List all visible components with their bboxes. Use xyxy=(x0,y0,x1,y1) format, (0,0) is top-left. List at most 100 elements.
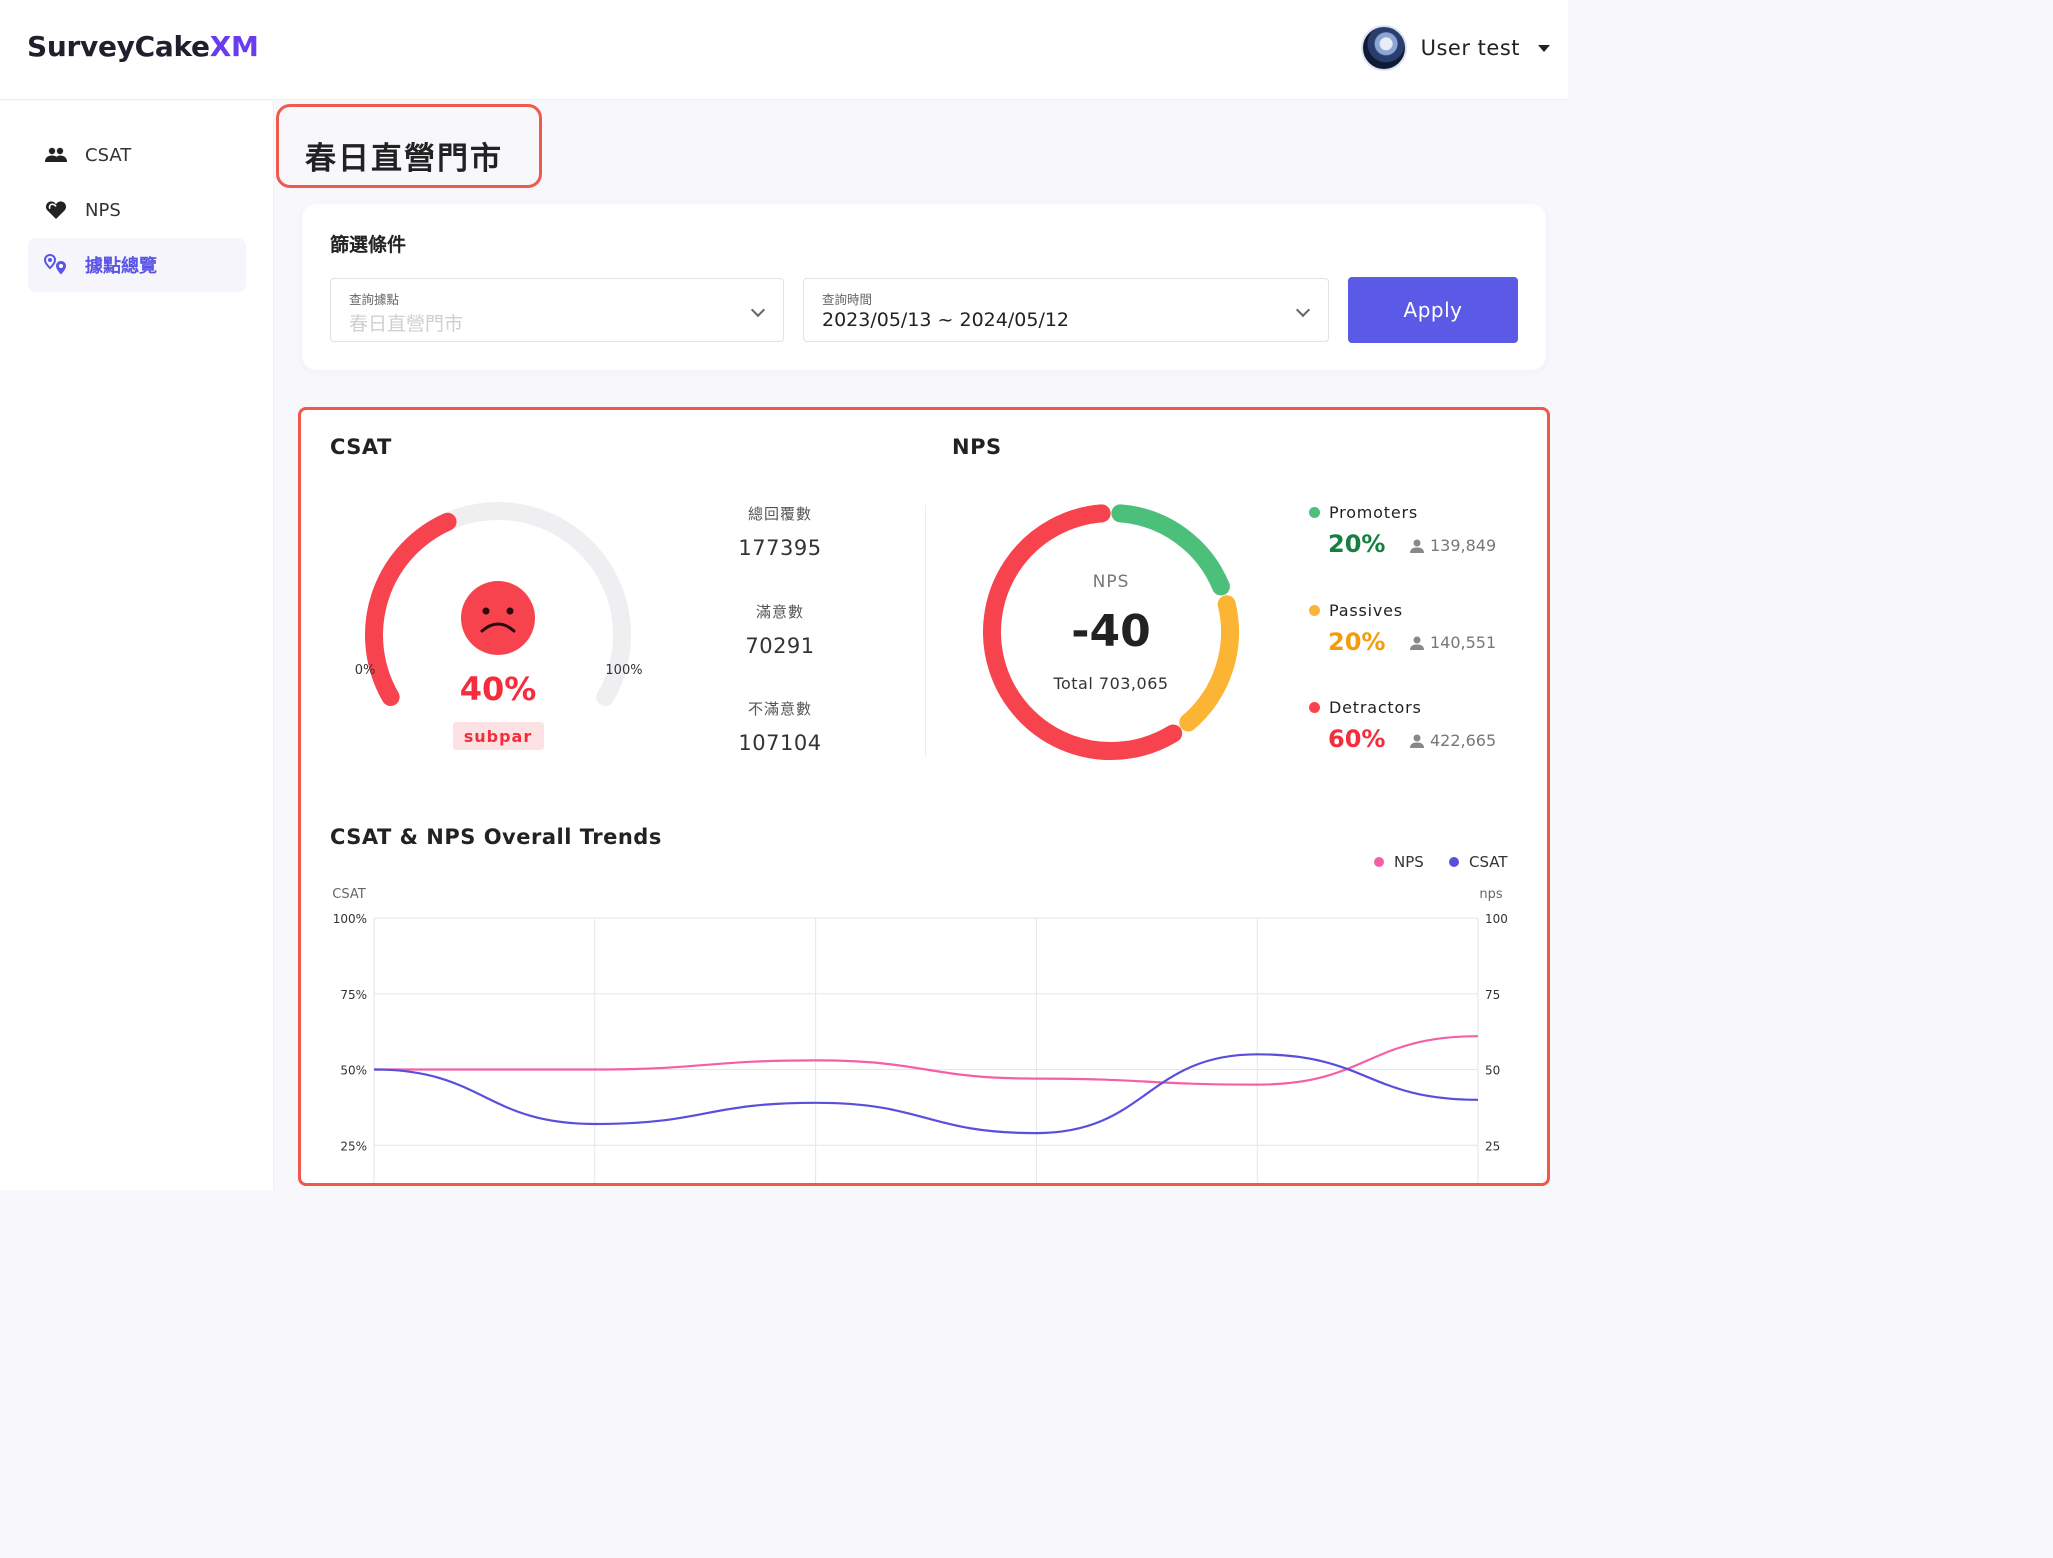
detractors-dot xyxy=(1309,702,1320,713)
top-bar: SurveyCakeXM User test xyxy=(0,0,1568,100)
total-responses-label: 總回覆數 xyxy=(747,505,812,523)
nps-donut: NPS -40 Total 703,065 xyxy=(983,504,1239,760)
nps-series-legend[interactable]: NPS xyxy=(1374,853,1424,871)
nps-score: -40 xyxy=(1071,606,1151,657)
gauge-max-label: 100% xyxy=(605,663,642,678)
heart-icon xyxy=(44,198,68,222)
nps-total: Total 703,065 xyxy=(1052,674,1168,693)
promoters-percent: 20% xyxy=(1328,530,1386,558)
satisfied-stat: 滿意數 70291 xyxy=(705,601,855,658)
left-tick-label: 50% xyxy=(340,1064,367,1078)
logo-accent: XM xyxy=(209,30,259,63)
logo-text: SurveyCake xyxy=(27,30,210,63)
right-tick-label: 50 xyxy=(1485,1064,1500,1078)
passives-count-value: 140,551 xyxy=(1430,633,1497,652)
detractors-percent: 60% xyxy=(1328,725,1386,753)
sidebar-item-label: CSAT xyxy=(85,144,132,166)
promoters-dot xyxy=(1309,507,1320,518)
gauge-fill xyxy=(365,512,457,706)
left-tick-label: 100% xyxy=(333,912,367,926)
promoters-legend: Promoters xyxy=(1309,503,1418,522)
nps-center-label: NPS xyxy=(1093,572,1130,592)
promoters-count: 139,849 xyxy=(1409,536,1496,555)
trend-chart: CSAT nps 100% 100 75% 75 50% 50 25% 25 xyxy=(332,887,1508,1183)
rating-badge-text: subpar xyxy=(464,727,533,746)
sidebar: CSAT NPS 據點總覽 xyxy=(0,101,274,1190)
sad-face-eye xyxy=(482,607,490,615)
apply-button[interactable]: Apply xyxy=(1348,277,1518,343)
unsatisfied-stat: 不滿意數 107104 xyxy=(705,698,855,755)
unsatisfied-value: 107104 xyxy=(738,731,822,755)
left-tick-label: 25% xyxy=(340,1139,367,1153)
date-range-label: 查詢時間 xyxy=(822,292,873,307)
gauge-min-label: 0% xyxy=(355,663,376,678)
passives-dot xyxy=(1309,605,1320,616)
detractors-count-value: 422,665 xyxy=(1430,731,1497,750)
location-select[interactable]: 查詢據點 春日直營門市 xyxy=(330,278,784,342)
csat-series-legend[interactable]: CSAT xyxy=(1449,853,1508,871)
chevron-down-icon[interactable] xyxy=(1538,44,1550,52)
detractors-count: 422,665 xyxy=(1409,731,1496,750)
series-line-csat xyxy=(373,1053,1479,1135)
person-icon xyxy=(1410,539,1424,553)
series-line-nps xyxy=(374,1035,1479,1086)
chevron-down-icon[interactable] xyxy=(750,302,766,318)
section-divider xyxy=(925,505,926,757)
trends-title: CSAT & NPS Overall Trends xyxy=(330,825,662,849)
chevron-down-icon[interactable] xyxy=(1295,302,1311,318)
nps-donut-segment-passives xyxy=(1179,595,1239,732)
people-icon xyxy=(44,143,68,167)
passives-legend: Passives xyxy=(1309,601,1403,620)
sidebar-item-label: 據點總覽 xyxy=(85,256,157,277)
left-tick-label: 75% xyxy=(340,988,367,1002)
csat-series-label: CSAT xyxy=(1469,853,1508,871)
csat-series-dot xyxy=(1449,857,1459,867)
passives-percent: 20% xyxy=(1328,628,1386,656)
detractors-legend: Detractors xyxy=(1309,698,1422,717)
user-name[interactable]: User test xyxy=(1421,36,1520,60)
satisfied-value: 70291 xyxy=(745,634,815,658)
person-icon xyxy=(1410,636,1424,650)
sad-face-icon xyxy=(461,581,535,655)
page-title-box: 春日直營門市 xyxy=(276,104,542,188)
promoters-name: Promoters xyxy=(1329,503,1418,522)
nps-series-dot xyxy=(1374,857,1384,867)
left-axis-label: CSAT xyxy=(332,887,365,902)
csat-section-title: CSAT xyxy=(330,435,392,459)
right-tick-label: 25 xyxy=(1485,1139,1500,1153)
user-menu[interactable]: User test xyxy=(1360,24,1550,72)
sidebar-item-location-overview[interactable]: 據點總覽 xyxy=(28,238,246,292)
metrics-panel: CSAT NPS 0% 100% 40% subpar 總回覆數 177395 … xyxy=(298,407,1550,1186)
passives-count: 140,551 xyxy=(1409,633,1496,652)
total-responses-stat: 總回覆數 177395 xyxy=(705,503,855,560)
sidebar-item-label: NPS xyxy=(85,199,121,221)
right-axis-label: nps xyxy=(1479,887,1502,902)
sidebar-item-csat[interactable]: CSAT xyxy=(28,128,246,182)
csat-percent: 40% xyxy=(460,670,537,708)
passives-name: Passives xyxy=(1329,601,1403,620)
app-logo[interactable]: SurveyCakeXM xyxy=(27,30,259,63)
total-responses-value: 177395 xyxy=(738,536,822,560)
person-icon xyxy=(1410,734,1424,748)
nps-section-title: NPS xyxy=(952,435,1002,459)
right-tick-label: 100 xyxy=(1485,912,1508,926)
date-range-select[interactable]: 查詢時間 2023/05/13 ~ 2024/05/12 xyxy=(803,278,1329,342)
promoters-count-value: 139,849 xyxy=(1430,536,1497,555)
filter-title: 篩選條件 xyxy=(330,234,407,256)
page-title: 春日直營門市 xyxy=(305,141,503,177)
satisfied-label: 滿意數 xyxy=(755,603,804,621)
csat-gauge: 0% 100% 40% subpar xyxy=(355,502,643,750)
sad-face-eye xyxy=(506,607,514,615)
sidebar-item-nps[interactable]: NPS xyxy=(28,183,246,237)
nps-series-label: NPS xyxy=(1394,853,1424,871)
location-select-placeholder: 春日直營門市 xyxy=(349,313,464,335)
location-pins-icon xyxy=(44,253,68,277)
location-select-label: 查詢據點 xyxy=(349,292,400,307)
unsatisfied-label: 不滿意數 xyxy=(747,700,812,718)
date-range-value: 2023/05/13 ~ 2024/05/12 xyxy=(822,309,1070,331)
filter-card: 篩選條件 查詢據點 春日直營門市 查詢時間 2023/05/13 ~ 2024/… xyxy=(302,204,1546,370)
detractors-name: Detractors xyxy=(1329,698,1422,717)
nps-donut-segment-promoters xyxy=(1111,504,1230,596)
avatar[interactable] xyxy=(1360,25,1407,71)
right-tick-label: 75 xyxy=(1485,988,1500,1002)
